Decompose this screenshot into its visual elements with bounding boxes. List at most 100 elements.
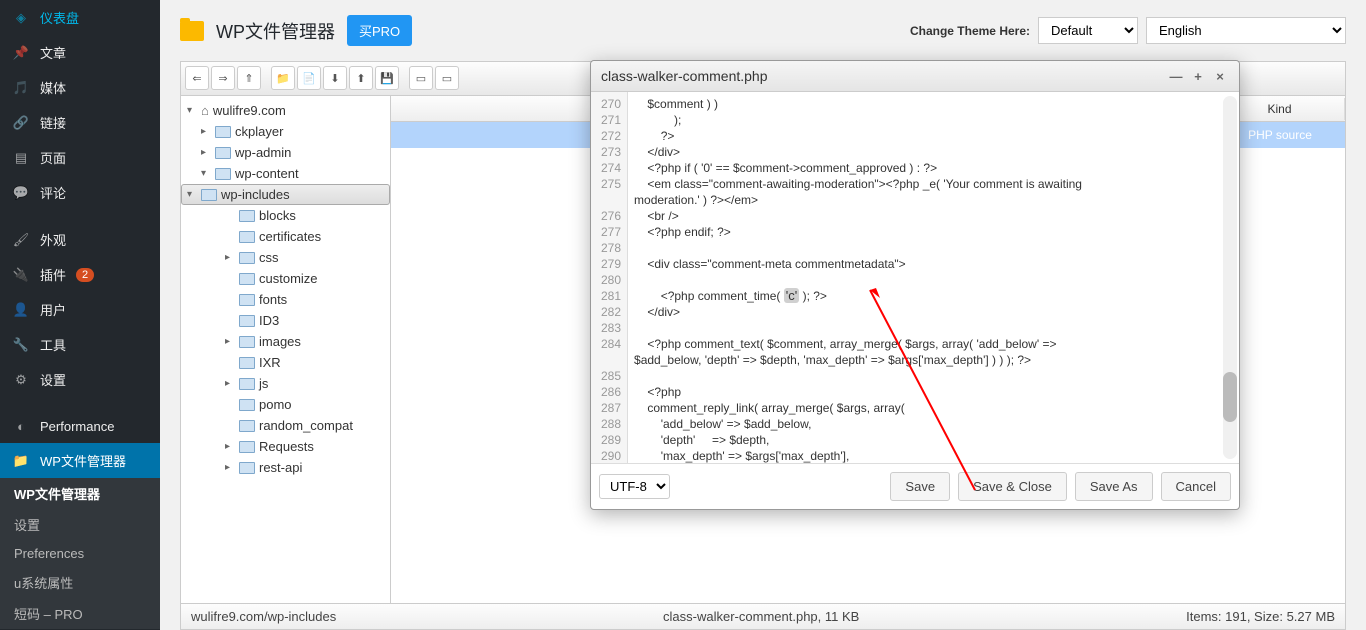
sidebar-item-5[interactable]: 💬评论 [0,175,160,210]
tree-node-Requests[interactable]: ▸Requests [181,436,390,457]
folder-icon [180,21,204,41]
sidebar-item-4[interactable]: ▤页面 [0,140,160,175]
folder-icon [215,147,231,159]
tree-node-customize[interactable]: customize [181,268,390,289]
upload-button[interactable]: ⬇ [323,66,347,90]
tree-node-ID3[interactable]: ID3 [181,310,390,331]
folder-icon: 📁 [12,452,30,470]
scrollbar-thumb[interactable] [1223,372,1237,422]
link-icon: 🔗 [12,114,30,132]
sidebar-item-11[interactable]: ◐Performance [0,409,160,443]
folder-icon [239,420,255,432]
folder-icon [239,462,255,474]
sidebar-item-0[interactable]: ◈仪表盘 [0,0,160,35]
folder-icon [239,399,255,411]
status-summary: Items: 191, Size: 5.27 MB [1186,609,1335,624]
tree-node-wp-admin[interactable]: ▸wp-admin [181,142,390,163]
admin-sidebar: ◈仪表盘📌文章🎵媒体🔗链接▤页面💬评论🖌外观🔌插件2👤用户🔧工具⚙设置◐Perf… [0,0,160,630]
sidebar-item-9[interactable]: 🔧工具 [0,327,160,362]
comment-icon: 💬 [12,184,30,202]
language-select[interactable]: English [1146,17,1346,44]
editor-dialog: class-walker-comment.php — + × 270 271 2… [590,60,1240,510]
performance-icon: ◐ [12,417,30,435]
sidebar-item-10[interactable]: ⚙设置 [0,362,160,397]
sidebar-item-6[interactable]: 🖌外观 [0,222,160,257]
folder-icon [215,126,231,138]
tree-node-js[interactable]: ▸js [181,373,390,394]
tree-node-ckplayer[interactable]: ▸ckplayer [181,121,390,142]
page-header: WP文件管理器 买PRO Change Theme Here: Default … [160,0,1366,61]
save-as-button[interactable]: Save As [1075,472,1153,501]
tree-node-blocks[interactable]: blocks [181,205,390,226]
maximize-icon[interactable]: + [1189,67,1207,85]
sidebar-item-7[interactable]: 🔌插件2 [0,257,160,292]
tool-icon: 🔧 [12,336,30,354]
dashboard-icon: ◈ [12,9,30,27]
sidebar-item-12[interactable]: 📁WP文件管理器 [0,443,160,478]
sidebar-item-3[interactable]: 🔗链接 [0,105,160,140]
status-bar: wulifre9.com/wp-includes class-walker-co… [181,603,1345,629]
code-editor[interactable]: 270 271 272 273 274 275 276 277 278 279 … [591,92,1239,463]
user-icon: 👤 [12,301,30,319]
folder-icon [239,252,255,264]
save-button[interactable]: 💾 [375,66,399,90]
download-button[interactable]: ⬆ [349,66,373,90]
close-icon[interactable]: × [1211,67,1229,85]
status-path: wulifre9.com/wp-includes [191,609,336,624]
sidebar-item-8[interactable]: 👤用户 [0,292,160,327]
tree-node-random_compat[interactable]: random_compat [181,415,390,436]
buy-pro-button[interactable]: 买PRO [347,15,412,46]
save-close-button[interactable]: Save & Close [958,472,1067,501]
cancel-button[interactable]: Cancel [1161,472,1231,501]
copy-button[interactable]: ▭ [409,66,433,90]
theme-label: Change Theme Here: [910,24,1030,38]
code-area[interactable]: $comment ) ) ); ?> </div> <?php if ( '0'… [628,92,1239,463]
home-icon: ⌂ [201,103,209,118]
sidebar-sub-2[interactable]: Preferences [0,540,160,567]
folder-icon [239,441,255,453]
folder-icon [239,357,255,369]
settings-icon: ⚙ [12,371,30,389]
theme-select[interactable]: Default [1038,17,1138,44]
tree-node-rest-api[interactable]: ▸rest-api [181,457,390,478]
folder-icon [201,189,217,201]
media-icon: 🎵 [12,79,30,97]
folder-icon [239,378,255,390]
dialog-titlebar[interactable]: class-walker-comment.php — + × [591,61,1239,92]
line-gutter: 270 271 272 273 274 275 276 277 278 279 … [591,92,628,463]
forward-button[interactable]: ⇒ [211,66,235,90]
tree-node-fonts[interactable]: fonts [181,289,390,310]
tree-node-wp-content[interactable]: ▾wp-content [181,163,390,184]
sidebar-sub-1[interactable]: 设置 [0,509,160,540]
new-folder-button[interactable]: 📁 [271,66,295,90]
back-button[interactable]: ⇐ [185,66,209,90]
tree-node-IXR[interactable]: IXR [181,352,390,373]
page-title: WP文件管理器 [216,18,335,44]
tree-node-pomo[interactable]: pomo [181,394,390,415]
folder-icon [215,168,231,180]
sidebar-item-1[interactable]: 📌文章 [0,35,160,70]
up-button[interactable]: ⇑ [237,66,261,90]
tree-root[interactable]: ▾⌂wulifre9.com [181,100,390,121]
encoding-select[interactable]: UTF-8 [599,474,670,499]
sidebar-item-2[interactable]: 🎵媒体 [0,70,160,105]
tree-node-images[interactable]: ▸images [181,331,390,352]
save-button[interactable]: Save [890,472,950,501]
sidebar-sub-4[interactable]: 短码 – PRO [0,598,160,629]
main-content: WP文件管理器 买PRO Change Theme Here: Default … [160,0,1366,630]
sidebar-sub-3[interactable]: u系统属性 [0,567,160,598]
folder-icon [239,336,255,348]
sidebar-sub-0[interactable]: WP文件管理器 [0,478,160,509]
paste-button[interactable]: ▭ [435,66,459,90]
page-icon: ▤ [12,149,30,167]
tree-node-css[interactable]: ▸css [181,247,390,268]
tree-node-wp-includes[interactable]: ▾wp-includes [181,184,390,205]
folder-icon [239,210,255,222]
new-file-button[interactable]: 📄 [297,66,321,90]
folder-tree[interactable]: ▾⌂wulifre9.com▸ckplayer▸wp-admin▾wp-cont… [181,96,391,603]
tree-node-certificates[interactable]: certificates [181,226,390,247]
minimize-icon[interactable]: — [1167,67,1185,85]
dialog-footer: UTF-8 Save Save & Close Save As Cancel [591,463,1239,509]
appearance-icon: 🖌 [12,231,30,249]
dialog-title: class-walker-comment.php [601,68,1163,84]
